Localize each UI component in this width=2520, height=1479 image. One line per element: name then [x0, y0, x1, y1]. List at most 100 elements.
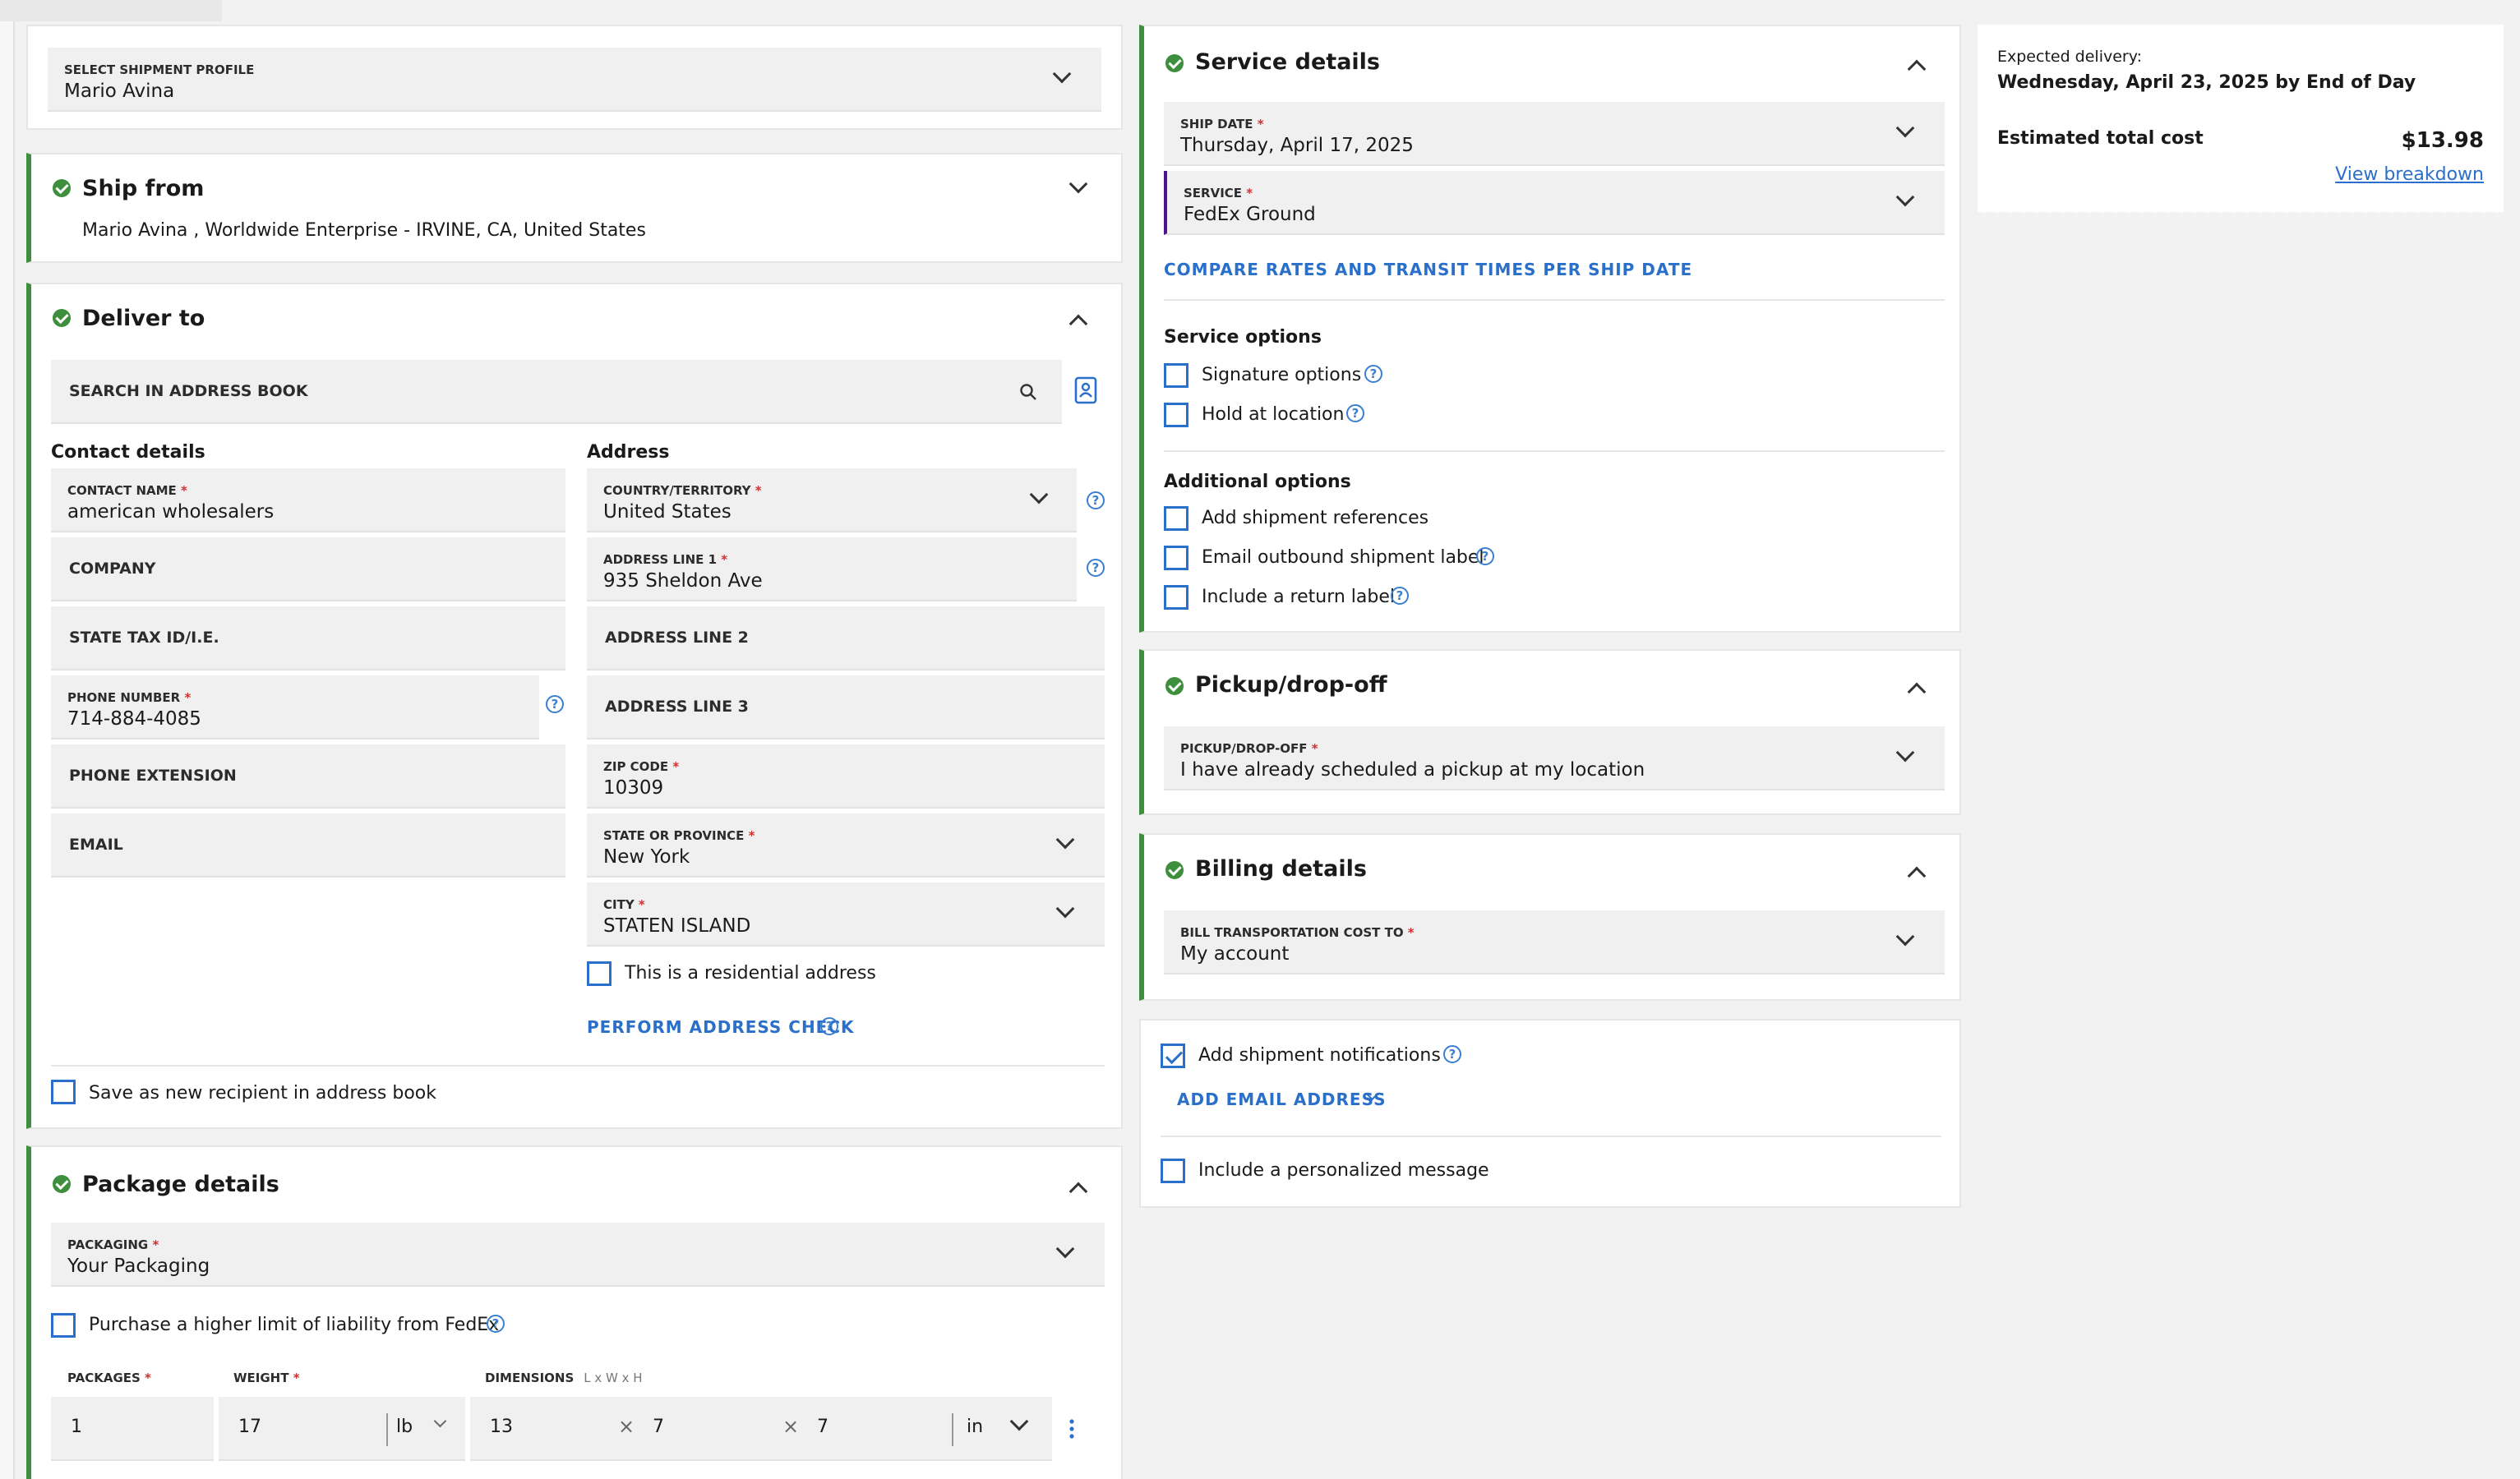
signature-options-checkbox[interactable]	[1164, 363, 1188, 388]
estimated-cost-value: $13.98	[2401, 128, 2484, 153]
help-icon[interactable]: ?	[546, 695, 564, 713]
company-field[interactable]: COMPANY	[51, 537, 565, 601]
shipment-notifications-label: Add shipment notifications	[1198, 1045, 1441, 1066]
left-edge-panel	[0, 0, 15, 1479]
service-label: SERVICE	[1184, 186, 1243, 200]
company-placeholder: COMPANY	[69, 560, 156, 578]
country-select[interactable]: COUNTRY/TERRITORY * United States	[587, 468, 1077, 532]
state-select[interactable]: STATE OR PROVINCE * New York	[587, 813, 1105, 878]
chevron-down-icon	[1029, 485, 1049, 505]
return-label-checkbox[interactable]	[1164, 585, 1188, 610]
chevron-down-icon[interactable]	[1068, 174, 1088, 194]
help-icon[interactable]: ?	[487, 1315, 505, 1333]
weight-input[interactable]: 17 lb	[219, 1397, 465, 1461]
deliver-to-title: Deliver to	[82, 306, 205, 331]
service-select[interactable]: SERVICE * FedEx Ground	[1164, 171, 1945, 235]
save-recipient-checkbox[interactable]	[51, 1080, 76, 1104]
help-icon[interactable]: ?	[1443, 1045, 1461, 1063]
compare-rates-link[interactable]: COMPARE RATES AND TRANSIT TIMES PER SHIP…	[1164, 260, 1692, 279]
packaging-select[interactable]: PACKAGING * Your Packaging	[51, 1223, 1105, 1287]
billing-select[interactable]: BILL TRANSPORTATION COST TO * My account	[1164, 910, 1945, 974]
address-line-1-label: ADDRESS LINE 1	[603, 552, 718, 567]
weight-unit-select[interactable]: lb	[396, 1417, 413, 1437]
country-value: United States	[603, 501, 732, 523]
chevron-up-icon[interactable]	[1907, 59, 1927, 79]
email-placeholder: EMAIL	[69, 836, 123, 854]
pickup-select[interactable]: PICKUP/DROP-OFF * I have already schedul…	[1164, 726, 1945, 790]
help-icon[interactable]: ?	[1346, 404, 1364, 422]
address-line-2-field[interactable]: ADDRESS LINE 2	[587, 606, 1105, 670]
additional-options-heading: Additional options	[1164, 472, 1351, 492]
liability-label: Purchase a higher limit of liability fro…	[89, 1315, 500, 1335]
residential-address-checkbox[interactable]	[587, 961, 612, 986]
add-email-address-link[interactable]: ADD EMAIL ADDRESS	[1177, 1090, 1387, 1109]
chevron-up-icon[interactable]	[1068, 1182, 1088, 1201]
address-line-1-field[interactable]: ADDRESS LINE 1 * 935 Sheldon Ave	[587, 537, 1077, 601]
ship-date-select[interactable]: SHIP DATE * Thursday, April 17, 2025	[1164, 102, 1945, 166]
state-tax-id-field[interactable]: STATE TAX ID/I.E.	[51, 606, 565, 670]
shipment-references-checkbox[interactable]	[1164, 506, 1188, 531]
help-icon[interactable]: ?	[1364, 365, 1382, 383]
service-details-title: Service details	[1195, 49, 1380, 75]
dimension-unit-select[interactable]: in	[967, 1417, 983, 1437]
address-line-1-value: 935 Sheldon Ave	[603, 570, 763, 592]
city-value: STATEN ISLAND	[603, 915, 751, 937]
contact-name-value: american wholesalers	[67, 501, 275, 523]
check-circle-icon	[1165, 861, 1184, 879]
shipment-profile-label: SELECT SHIPMENT PROFILE	[64, 62, 255, 77]
perform-address-check-link[interactable]: PERFORM ADDRESS CHECK	[587, 1017, 855, 1037]
required-marker: *	[1253, 117, 1264, 131]
required-marker: *	[140, 1371, 151, 1385]
divider	[1164, 450, 1945, 452]
city-label: CITY	[603, 897, 635, 912]
phone-extension-field[interactable]: PHONE EXTENSION	[51, 744, 565, 809]
help-icon[interactable]: ?	[1087, 559, 1105, 577]
shipment-profile-card: SELECT SHIPMENT PROFILE Mario Avina	[26, 25, 1123, 130]
address-book-icon[interactable]	[1073, 376, 1098, 404]
required-marker: *	[744, 828, 755, 843]
chevron-up-icon[interactable]	[1907, 866, 1927, 886]
packages-count-input[interactable]: 1	[51, 1397, 214, 1461]
contact-name-label: CONTACT NAME	[67, 483, 177, 498]
chevron-up-icon[interactable]	[1907, 682, 1927, 702]
email-field[interactable]: EMAIL	[51, 813, 565, 878]
package-details-card: Package details PACKAGING * Your Packagi…	[26, 1145, 1123, 1479]
hold-at-location-checkbox[interactable]	[1164, 403, 1188, 427]
length-value: 13	[490, 1417, 513, 1437]
view-breakdown-link[interactable]: View breakdown	[2335, 164, 2484, 185]
ship-date-label: SHIP DATE	[1180, 117, 1253, 131]
dimensions-input[interactable]: 13 × 7 × 7 in	[470, 1397, 1052, 1461]
help-icon[interactable]: ?	[820, 1017, 838, 1035]
address-line-2-placeholder: ADDRESS LINE 2	[605, 629, 749, 647]
address-line-3-placeholder: ADDRESS LINE 3	[605, 698, 749, 716]
help-icon[interactable]: ?	[1476, 547, 1494, 565]
package-details-title: Package details	[82, 1172, 279, 1197]
address-line-3-field[interactable]: ADDRESS LINE 3	[587, 675, 1105, 740]
shipment-profile-select[interactable]: SELECT SHIPMENT PROFILE Mario Avina	[48, 48, 1101, 112]
hold-at-location-label: Hold at location	[1202, 404, 1345, 425]
ship-from-summary: Mario Avina , Worldwide Enterprise - IRV…	[82, 220, 646, 241]
zip-code-field[interactable]: ZIP CODE * 10309	[587, 744, 1105, 809]
service-details-card: Service details SHIP DATE * Thursday, Ap…	[1139, 25, 1961, 633]
shipment-profile-value: Mario Avina	[64, 81, 175, 102]
chevron-up-icon[interactable]	[1068, 314, 1088, 334]
shipment-notifications-checkbox[interactable]	[1161, 1044, 1185, 1068]
help-icon[interactable]: ?	[1391, 587, 1409, 605]
city-select[interactable]: CITY * STATEN ISLAND	[587, 882, 1105, 947]
pickup-value: I have already scheduled a pickup at my …	[1180, 759, 1645, 781]
check-circle-icon	[1165, 54, 1184, 72]
phone-number-field[interactable]: PHONE NUMBER * 714-884-4085	[51, 675, 539, 740]
email-label-checkbox[interactable]	[1164, 546, 1188, 570]
help-icon[interactable]: ?	[1087, 491, 1105, 509]
liability-checkbox[interactable]	[51, 1313, 76, 1338]
personalized-message-checkbox[interactable]	[1161, 1159, 1185, 1183]
weight-value: 17	[238, 1417, 261, 1437]
zip-code-label: ZIP CODE	[603, 759, 669, 774]
email-label-label: Email outbound shipment label	[1202, 547, 1484, 568]
ship-from-card: Ship from Mario Avina , Worldwide Enterp…	[26, 153, 1123, 263]
required-marker: *	[148, 1237, 159, 1252]
contact-name-field[interactable]: CONTACT NAME * american wholesalers	[51, 468, 565, 532]
more-options-icon[interactable]	[1068, 1418, 1075, 1440]
address-book-search-input[interactable]: SEARCH IN ADDRESS BOOK	[51, 360, 1062, 424]
dimensions-hint: L x W x H	[584, 1371, 643, 1385]
